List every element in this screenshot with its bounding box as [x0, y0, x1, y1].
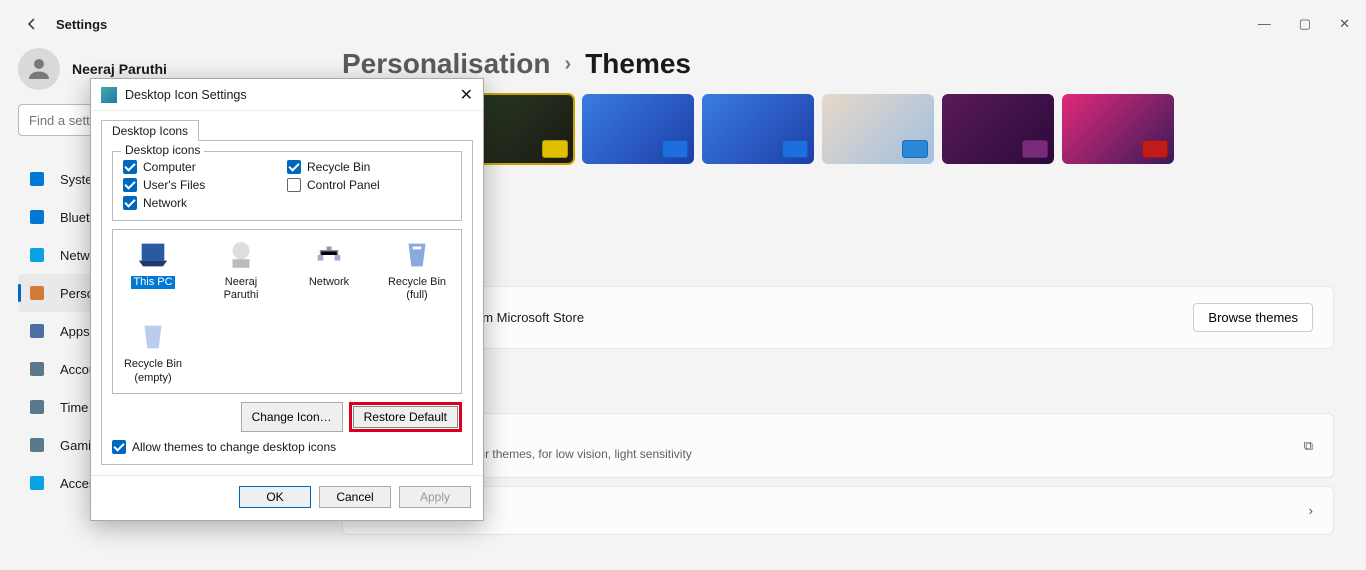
chevron-right-icon: ›	[565, 53, 572, 76]
checkbox-icon	[287, 178, 301, 192]
desktop-icon-settings-dialog: Desktop Icon Settings ✕ Desktop Icons De…	[90, 78, 484, 521]
checkbox-label: User's Files	[143, 178, 205, 192]
related-heading: Related settings	[363, 430, 1304, 445]
restore-default-button[interactable]: Restore Default	[353, 406, 458, 428]
breadcrumb-current: Themes	[585, 48, 691, 80]
theme-tile[interactable]	[1062, 94, 1174, 164]
icon-item[interactable]: Neeraj Paruthi	[209, 238, 273, 302]
nav-icon	[28, 246, 46, 264]
breadcrumb-parent[interactable]: Personalisation	[342, 48, 551, 80]
checkbox-label: Control Panel	[307, 178, 380, 192]
desktop-icon	[136, 238, 170, 272]
nav-icon	[28, 360, 46, 378]
user-avatar[interactable]	[18, 48, 60, 90]
nav-icon	[28, 474, 46, 492]
browse-themes-button[interactable]: Browse themes	[1193, 303, 1313, 332]
group-legend: Desktop icons	[121, 143, 204, 157]
maximize-button[interactable]: ▢	[1299, 16, 1311, 32]
back-button[interactable]	[16, 8, 48, 40]
nav-label: Apps	[60, 324, 90, 339]
checkbox-label: Network	[143, 196, 187, 210]
checkbox-computer[interactable]: Computer	[123, 160, 287, 174]
checkbox-label: Recycle Bin	[307, 160, 370, 174]
cancel-button[interactable]: Cancel	[319, 486, 391, 508]
icon-item[interactable]: Recycle Bin (empty)	[121, 320, 185, 384]
allow-themes-checkbox[interactable]: Allow themes to change desktop icons	[112, 440, 462, 454]
app-title: Settings	[56, 17, 107, 32]
desktop-icon	[400, 238, 434, 272]
icon-label: Neeraj Paruthi	[224, 276, 259, 301]
nav-icon	[28, 170, 46, 188]
dialog-title: Desktop Icon Settings	[125, 88, 247, 102]
nav-icon	[28, 322, 46, 340]
checkbox-recycle[interactable]: Recycle Bin	[287, 160, 451, 174]
checkbox-label: Computer	[143, 160, 196, 174]
external-link-icon: ⧉	[1304, 438, 1313, 454]
desktop-icon	[136, 320, 170, 354]
related-settings-row[interactable]: Related settings For high contrast colou…	[342, 413, 1334, 478]
checkbox-icon	[112, 440, 126, 454]
breadcrumb: Personalisation › Themes	[342, 48, 1334, 80]
minimize-button[interactable]: —	[1258, 16, 1271, 32]
checkbox-icon	[287, 160, 301, 174]
icon-label: Network	[309, 276, 349, 288]
theme-tile[interactable]	[942, 94, 1054, 164]
nav-icon	[28, 398, 46, 416]
user-name: Neeraj Paruthi	[72, 61, 167, 77]
dialog-icon	[101, 87, 117, 103]
chevron-right-icon: ›	[1309, 503, 1313, 518]
checkbox-userfiles[interactable]: User's Files	[123, 178, 287, 192]
theme-tile[interactable]	[702, 94, 814, 164]
icon-label: This PC	[131, 276, 174, 289]
store-row-text: Get more themes from Microsoft Store	[363, 310, 1193, 325]
change-icon-button[interactable]: Change Icon…	[241, 402, 343, 432]
tab-desktop-icons[interactable]: Desktop Icons	[101, 120, 199, 141]
browse-themes-row: Get more themes from Microsoft Store Bro…	[342, 286, 1334, 349]
theme-tile[interactable]	[822, 94, 934, 164]
nav-icon	[28, 208, 46, 226]
checkbox-control[interactable]: Control Panel	[287, 178, 451, 192]
nav-icon	[28, 436, 46, 454]
icon-label: Recycle Bin (full)	[388, 276, 446, 301]
allow-themes-label: Allow themes to change desktop icons	[132, 440, 336, 454]
close-button[interactable]: ✕	[1339, 16, 1350, 32]
more-settings-row[interactable]: ›	[342, 486, 1334, 535]
related-sub: For high contrast colour themes, for low…	[363, 447, 1304, 461]
dialog-close-button[interactable]: ✕	[460, 85, 473, 105]
ok-button[interactable]: OK	[239, 486, 311, 508]
checkbox-icon	[123, 160, 137, 174]
checkbox-network[interactable]: Network	[123, 196, 287, 210]
icon-item[interactable]: Recycle Bin (full)	[385, 238, 449, 302]
nav-icon	[28, 284, 46, 302]
desktop-icon	[224, 238, 258, 272]
icon-preview-list[interactable]: This PC Neeraj Paruthi Network Recycle Bin …	[112, 229, 462, 394]
icon-label: Recycle Bin (empty)	[124, 358, 182, 383]
desktop-icon	[312, 238, 346, 272]
theme-tile[interactable]	[582, 94, 694, 164]
checkbox-icon	[123, 196, 137, 210]
icon-item[interactable]: Network	[297, 238, 361, 302]
checkbox-icon	[123, 178, 137, 192]
apply-button[interactable]: Apply	[399, 486, 471, 508]
icon-item[interactable]: This PC	[121, 238, 185, 302]
